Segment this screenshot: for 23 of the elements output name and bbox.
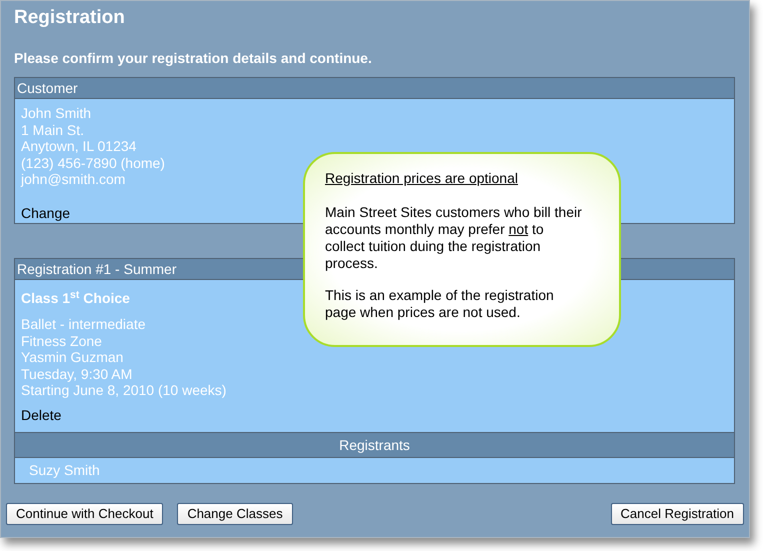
class-detail: Fitness Zone [21, 332, 102, 349]
callout-heading: Registration prices are optional [325, 169, 518, 188]
change-link[interactable]: Change [21, 202, 70, 224]
customer-detail: Anytown, IL 01234 [21, 138, 136, 154]
instruction-text: Please confirm your registration details and continue. [14, 49, 372, 68]
registrants-header: Registrants [15, 432, 734, 458]
registrant-name: Suzy Smith [28, 461, 101, 480]
callout-paragraph: This is an example of the registration page when prices are not used. [325, 287, 555, 321]
class-title: Class 1$^{st}$ Choice [21, 288, 130, 308]
customer-detail: john@smith.com [21, 171, 126, 188]
class-detail: Yasmin Guzman [21, 349, 124, 366]
customer-detail: 1 Main St. [21, 122, 84, 138]
panel-header: Customer [15, 78, 734, 99]
page-title: Registration [14, 6, 125, 30]
action-button[interactable]: Continue with Checkout [6, 503, 164, 525]
delete-link[interactable]: Delete [21, 404, 62, 426]
class-detail: Starting June 8, 2010 (10 weeks) [21, 382, 226, 398]
customer-detail: John Smith [21, 105, 92, 122]
class-detail: Tuesday, 9:30 AM [21, 366, 132, 382]
action-button[interactable]: Cancel Registration [610, 503, 744, 525]
class-detail: Ballet - intermediate [21, 316, 146, 332]
customer-detail: (123) 456-7890 (home) [21, 154, 165, 171]
action-button[interactable]: Change Classes [177, 503, 293, 525]
